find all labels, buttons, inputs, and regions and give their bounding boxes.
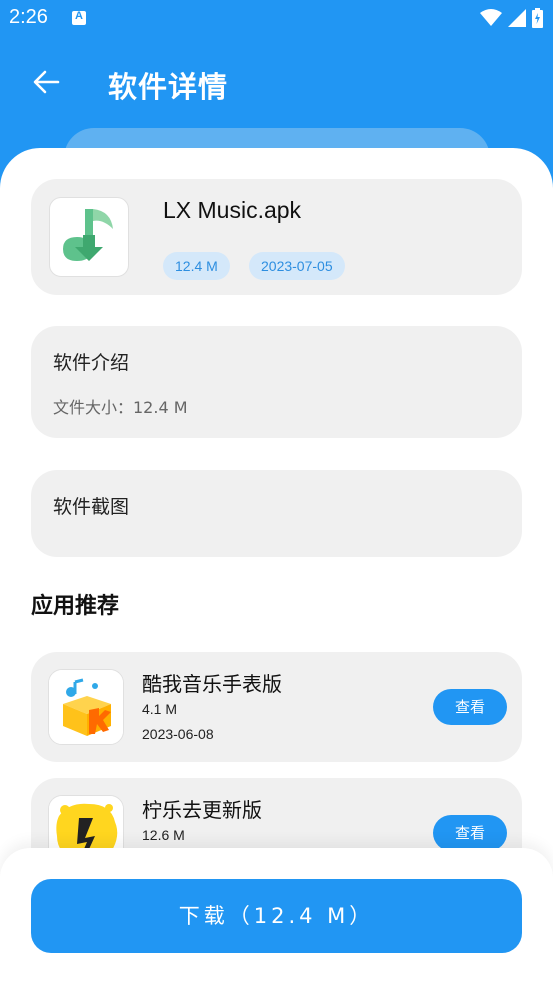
screenshot-card: 软件截图 — [31, 470, 522, 557]
list-item: 酷我音乐手表版 4.1 M 2023-06-08 查看 — [31, 652, 522, 762]
screenshot-title: 软件截图 — [53, 496, 130, 518]
status-bar: 2:26 — [0, 0, 553, 38]
intro-card: 软件介绍 文件大小：12.4 M — [31, 326, 522, 438]
status-time: 2:26 — [9, 6, 48, 28]
view-button[interactable]: 查看 — [433, 815, 507, 851]
bottom-panel: 下载（12.4 M） — [0, 848, 553, 984]
file-info-card: LX Music.apk 12.4 M 2023-07-05 — [31, 179, 522, 295]
page-title: 软件详情 — [108, 70, 229, 104]
lx-music-logo — [53, 201, 125, 273]
signal-icon — [508, 9, 526, 27]
back-arrow-icon[interactable] — [32, 68, 60, 96]
file-date-badge: 2023-07-05 — [249, 252, 345, 280]
download-button[interactable]: 下载（12.4 M） — [31, 879, 522, 953]
view-button[interactable]: 查看 — [433, 689, 507, 725]
wifi-icon — [480, 9, 502, 26]
app-size: 12.6 M — [142, 827, 185, 843]
status-icons — [480, 8, 543, 28]
app-size: 4.1 M — [142, 701, 178, 717]
notification-a-icon — [72, 10, 86, 25]
app-name: 柠乐去更新版 — [142, 798, 262, 822]
lx-music-icon — [49, 197, 129, 277]
app-bar: 软件详情 — [0, 38, 553, 128]
app-date: 2023-06-08 — [142, 726, 214, 742]
file-name: LX Music.apk — [163, 197, 302, 223]
intro-file-size: 文件大小：12.4 M — [53, 398, 188, 417]
file-size-badge: 12.4 M — [163, 252, 230, 280]
recommend-title: 应用推荐 — [31, 594, 120, 619]
intro-title: 软件介绍 — [53, 352, 130, 374]
battery-icon — [532, 8, 543, 28]
app-name: 酷我音乐手表版 — [142, 672, 282, 696]
kuwo-music-icon — [48, 669, 124, 745]
